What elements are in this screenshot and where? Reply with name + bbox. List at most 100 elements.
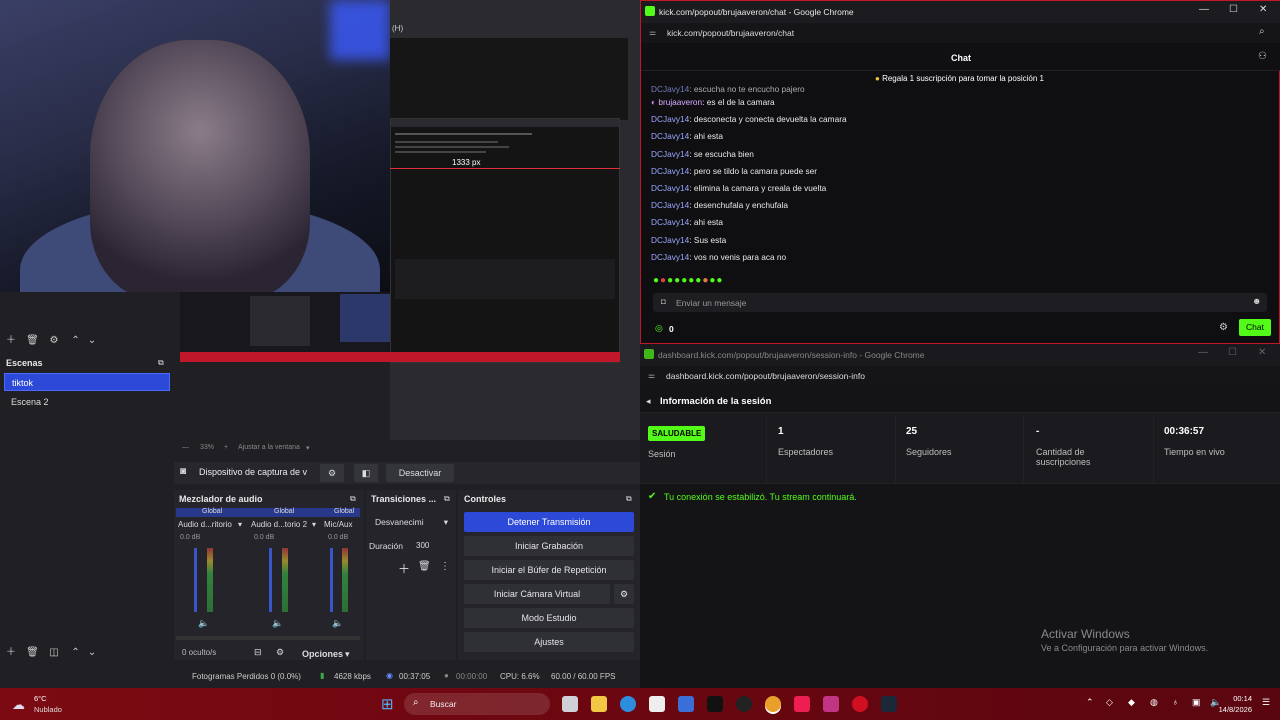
network-icon[interactable]: ▣ — [1192, 697, 1201, 708]
settings-button[interactable]: Ajustes — [464, 632, 634, 652]
file-explorer-icon[interactable] — [562, 696, 578, 712]
tray-icon[interactable]: ◆ — [1128, 697, 1135, 708]
preview-zoom-controls[interactable]: — 33% + Ajustar a la ventana ▾ — [180, 444, 620, 456]
volume-meter — [282, 548, 288, 612]
dash-urlbar[interactable]: ⚌ dashboard.kick.com/popout/brujaaveron/… — [640, 366, 1280, 386]
studio-mode-button[interactable]: Modo Estudio — [464, 608, 634, 628]
down-icon[interactable]: ⌄ — [85, 646, 99, 660]
replay-buffer-button[interactable]: Iniciar el Búfer de Repetición — [464, 560, 634, 580]
zoom-out-icon[interactable]: — — [182, 444, 189, 451]
preview-taskbar-strip — [180, 352, 620, 362]
speaker-icon[interactable]: 🔈 — [332, 618, 343, 629]
search-icon[interactable]: ⌕ — [1259, 26, 1265, 37]
tiktok-icon[interactable] — [707, 696, 723, 712]
popout-icon[interactable]: ⧉ — [626, 494, 632, 504]
site-info-icon[interactable]: ⚌ — [649, 28, 656, 37]
instagram-icon[interactable] — [823, 696, 839, 712]
transition-select[interactable]: Desvanecimi ▾ — [370, 514, 452, 530]
chevron-down-icon[interactable]: ▾ — [312, 520, 316, 529]
dash-titlebar: dashboard.kick.com/popout/brujaaveron/se… — [640, 344, 1280, 366]
add-icon[interactable]: ＋ — [4, 646, 18, 660]
add-icon[interactable]: ＋ — [398, 560, 410, 577]
speaker-icon[interactable]: 🔈 — [272, 618, 283, 629]
trash-icon[interactable]: 🗑 — [26, 646, 40, 660]
site-info-icon[interactable]: ⚌ — [648, 371, 655, 380]
fit-label[interactable]: Ajustar a la ventana — [238, 444, 300, 451]
deactivate-button[interactable]: Desactivar — [386, 464, 454, 482]
filter-icon[interactable]: ◧ — [354, 464, 378, 482]
popout-icon[interactable]: ⧉ — [350, 494, 356, 504]
tray-icon[interactable]: ◍ — [1150, 697, 1158, 708]
volume-slider[interactable] — [194, 548, 197, 612]
stop-stream-button[interactable]: Detener Transmisión — [464, 512, 634, 532]
more-icon[interactable]: ⋮ — [440, 561, 450, 572]
app-icon[interactable] — [852, 696, 868, 712]
emoji-icon[interactable]: ☻ — [1252, 296, 1261, 306]
obs-icon[interactable] — [736, 696, 752, 712]
app-icon[interactable] — [678, 696, 694, 712]
chevron-down-icon[interactable]: ▾ — [238, 520, 242, 529]
windows-start-icon[interactable]: ⊞ — [381, 695, 394, 713]
cloud-icon[interactable]: ☁ — [12, 697, 25, 713]
chat-send-button[interactable]: Chat — [1239, 319, 1271, 336]
chat-message: DCJavy14: Sus esta — [651, 234, 727, 245]
maximize-icon[interactable]: ☐ — [1229, 4, 1238, 15]
chrome-icon[interactable] — [765, 696, 781, 712]
scene-item-tiktok[interactable]: tiktok — [4, 373, 170, 391]
back-icon[interactable]: ◂ — [646, 396, 651, 407]
tiktok-live-icon[interactable] — [794, 696, 810, 712]
trash-icon[interactable]: 🗑 — [26, 334, 40, 348]
gear-icon[interactable]: ⚙ — [47, 334, 61, 348]
chat-urlbar[interactable]: ⚌ kick.com/popout/brujaaveron/chat ⌕ — [641, 23, 1280, 43]
layout-icon[interactable]: ⊟ — [254, 647, 262, 658]
popout-icon[interactable]: ⧉ — [444, 494, 450, 504]
minimize-icon[interactable]: — — [1199, 4, 1209, 15]
taskbar-search[interactable]: ⌕ Buscar — [404, 693, 550, 715]
chevron-down-icon[interactable]: ▾ — [345, 649, 350, 660]
obs-preview-area: (H) 1333 px — [390, 0, 640, 440]
maximize-icon[interactable]: ☐ — [1228, 347, 1237, 358]
minimize-icon[interactable]: — — [1198, 347, 1208, 358]
settings-icon[interactable]: ⚙ — [276, 647, 284, 658]
trash-icon[interactable]: 🗑 — [418, 561, 431, 572]
user-settings-icon[interactable]: ⚇ — [1258, 51, 1267, 62]
chevron-up-icon[interactable]: ⌃ — [1086, 697, 1094, 708]
gear-icon[interactable]: ⚙ — [320, 464, 344, 482]
url-text[interactable]: dashboard.kick.com/popout/brujaaveron/se… — [666, 371, 865, 381]
volume-slider[interactable] — [269, 548, 272, 612]
edge-icon[interactable] — [620, 696, 636, 712]
mic-icon[interactable]: ♁ — [1172, 697, 1179, 707]
channel-name: Audio d...ritorio — [178, 520, 232, 529]
up-icon[interactable]: ⌃ — [69, 646, 83, 660]
filter-icon[interactable]: ◫ — [47, 646, 61, 660]
clock-time[interactable]: 00:14 — [1224, 694, 1252, 703]
up-icon[interactable]: ⌃ — [69, 334, 83, 348]
chevron-down-icon[interactable]: ▾ — [306, 444, 310, 452]
emote-row[interactable]: ●●●●●●●●●● — [653, 275, 723, 286]
speaker-icon[interactable]: 🔈 — [198, 618, 209, 629]
settings-icon[interactable]: ⚙ — [1219, 322, 1228, 333]
steam-icon[interactable] — [881, 696, 897, 712]
close-icon[interactable]: ✕ — [1258, 347, 1266, 358]
start-recording-button[interactable]: Iniciar Grabación — [464, 536, 634, 556]
tray-icon[interactable]: ◇ — [1106, 697, 1113, 708]
url-text[interactable]: kick.com/popout/brujaaveron/chat — [667, 28, 794, 38]
popout-icon[interactable]: ⧉ — [158, 358, 164, 368]
virtual-camera-button[interactable]: Iniciar Cámara Virtual — [464, 584, 610, 604]
gear-icon[interactable]: ⚙ — [614, 584, 634, 604]
chat-input[interactable]: ◘ Enviar un mensaje ☻ — [653, 293, 1267, 312]
store-icon[interactable] — [649, 696, 665, 712]
notification-icon[interactable]: ☰ — [1262, 697, 1270, 708]
zoom-in-icon[interactable]: + — [224, 444, 228, 451]
close-icon[interactable]: ✕ — [1259, 4, 1267, 15]
volume-slider[interactable] — [330, 548, 333, 612]
duration-value[interactable]: 300 — [416, 541, 429, 550]
scene-item-escena-2[interactable]: Escena 2 — [4, 393, 170, 411]
down-icon[interactable]: ⌄ — [85, 334, 99, 348]
add-icon[interactable]: ＋ — [4, 334, 18, 348]
clock-date[interactable]: 14/8/2026 — [1216, 705, 1252, 714]
chat-input-placeholder[interactable]: Enviar un mensaje — [676, 298, 746, 308]
options-button[interactable]: Opciones — [302, 649, 343, 659]
folder-icon[interactable] — [591, 696, 607, 712]
points-icon[interactable]: ◎ — [655, 323, 663, 334]
